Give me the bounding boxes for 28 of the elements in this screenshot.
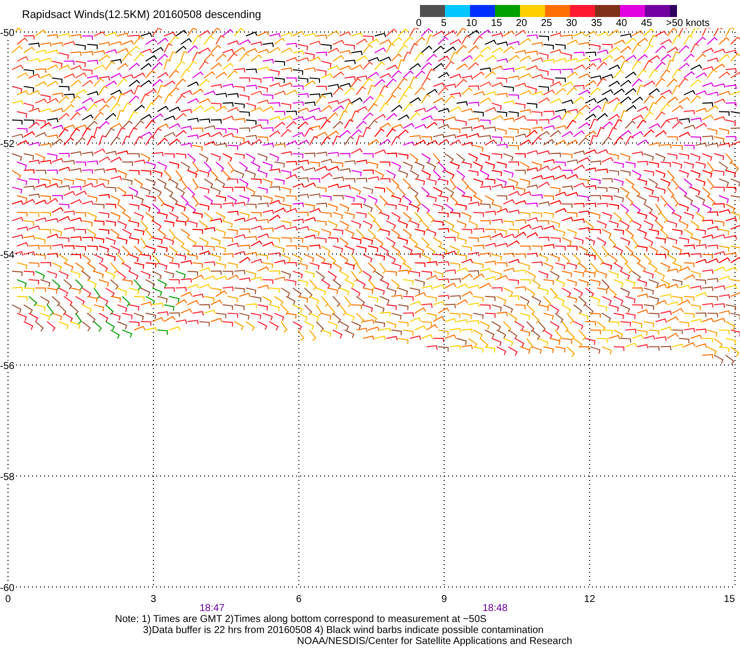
scale-label: 10 bbox=[466, 18, 478, 29]
scale-label: 30 bbox=[566, 18, 578, 29]
longitude-label: 6 bbox=[296, 594, 302, 605]
time-label: 18:47 bbox=[199, 603, 225, 614]
longitude-label: 15 bbox=[724, 594, 735, 605]
scale-label: 15 bbox=[491, 18, 504, 29]
latitude-label: -60 bbox=[0, 583, 14, 594]
latitude-label: -56 bbox=[0, 361, 14, 372]
note-text: 3)Data buffer is 22 hrs from 20160508 4) Black wind barbs indicate possible contamination bbox=[142, 625, 545, 636]
longitude-label: 3 bbox=[150, 594, 156, 605]
time-label: 18:48 bbox=[482, 603, 508, 614]
scale-label: 45 bbox=[641, 18, 654, 29]
longitude-label: 9 bbox=[441, 594, 447, 605]
scale-label: 0 bbox=[416, 18, 423, 29]
longitude-label: 12 bbox=[584, 594, 596, 605]
scale-label: 20 bbox=[516, 18, 528, 29]
chart-title: Rapidsact Winds(12.5KM) 20160508 descending bbox=[21, 8, 262, 23]
scale-label: 5 bbox=[441, 18, 448, 29]
note-text: NOAA/NESDIS/Center for Satellite Applications and Research bbox=[296, 636, 574, 647]
note-text: Note: 1) Times are GMT 2)Times along bottom correspond to measurement at −50S bbox=[114, 614, 488, 625]
longitude-label: 0 bbox=[5, 594, 11, 605]
latitude-label: -52 bbox=[0, 139, 14, 150]
scale-label: 40 bbox=[616, 18, 628, 29]
latitude-label: -54 bbox=[0, 250, 14, 261]
scale-label: >50 knots bbox=[666, 18, 710, 29]
latitude-label: -58 bbox=[0, 472, 14, 483]
scale-label: 25 bbox=[541, 18, 554, 29]
scale-label: 35 bbox=[591, 18, 604, 29]
